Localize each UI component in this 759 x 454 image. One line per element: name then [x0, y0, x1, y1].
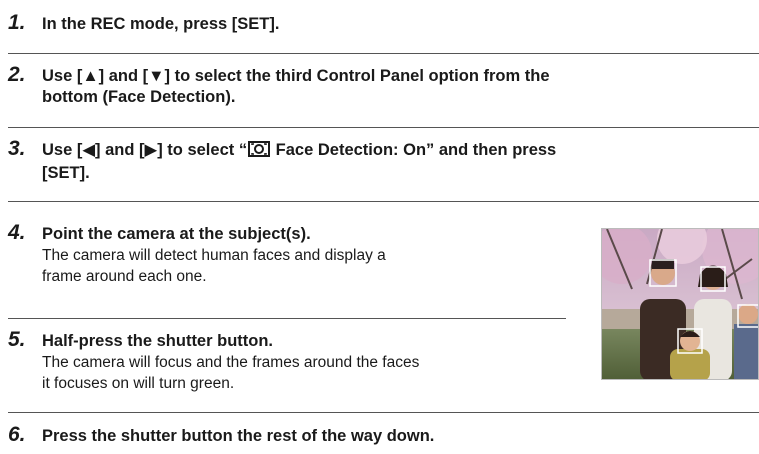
step-title-text: Face Detection: On” and then press [271, 141, 557, 159]
divider [8, 412, 759, 413]
step-title: Point the camera at the subject(s). [42, 225, 311, 243]
face-detection-icon [248, 141, 271, 163]
step-description-line: The camera will detect human faces and d… [42, 247, 386, 264]
divider [8, 201, 759, 202]
step-title-line: bottom (Face Detection). [42, 88, 236, 106]
step-title-line: Use [▲] and [▼] to select the third Cont… [42, 67, 550, 85]
step-description-line: The camera will focus and the frames aro… [42, 354, 420, 371]
step-title: Half-press the shutter button. [42, 332, 274, 350]
divider [8, 318, 566, 319]
step-number: 4. [8, 221, 26, 244]
step-description: The camera will detect human faces and d… [42, 245, 386, 287]
step-title: Use [◀] and [▶] to select “ Face Detecti… [42, 140, 556, 184]
step-number: 3. [8, 137, 26, 160]
step-description-line: frame around each one. [42, 268, 207, 285]
step-number: 1. [8, 11, 26, 34]
step-title: Use [▲] and [▼] to select the third Cont… [42, 66, 550, 108]
face-detection-example-photo [601, 228, 759, 380]
divider [8, 53, 759, 54]
step-description: The camera will focus and the frames aro… [42, 352, 419, 394]
step-number: 2. [8, 63, 26, 86]
step-number: 5. [8, 328, 26, 351]
step-title-line: [SET]. [42, 164, 90, 182]
step-title-text: Use [◀] and [▶] to select “ [42, 141, 248, 159]
step-title: In the REC mode, press [SET]. [42, 15, 280, 33]
step-description-line: it focuses on will turn green. [42, 375, 235, 392]
step-title: Press the shutter button the rest of the… [42, 427, 435, 445]
step-title-line: Use [◀] and [▶] to select “ Face Detecti… [42, 140, 556, 163]
divider [8, 127, 759, 128]
step-number: 6. [8, 423, 26, 446]
